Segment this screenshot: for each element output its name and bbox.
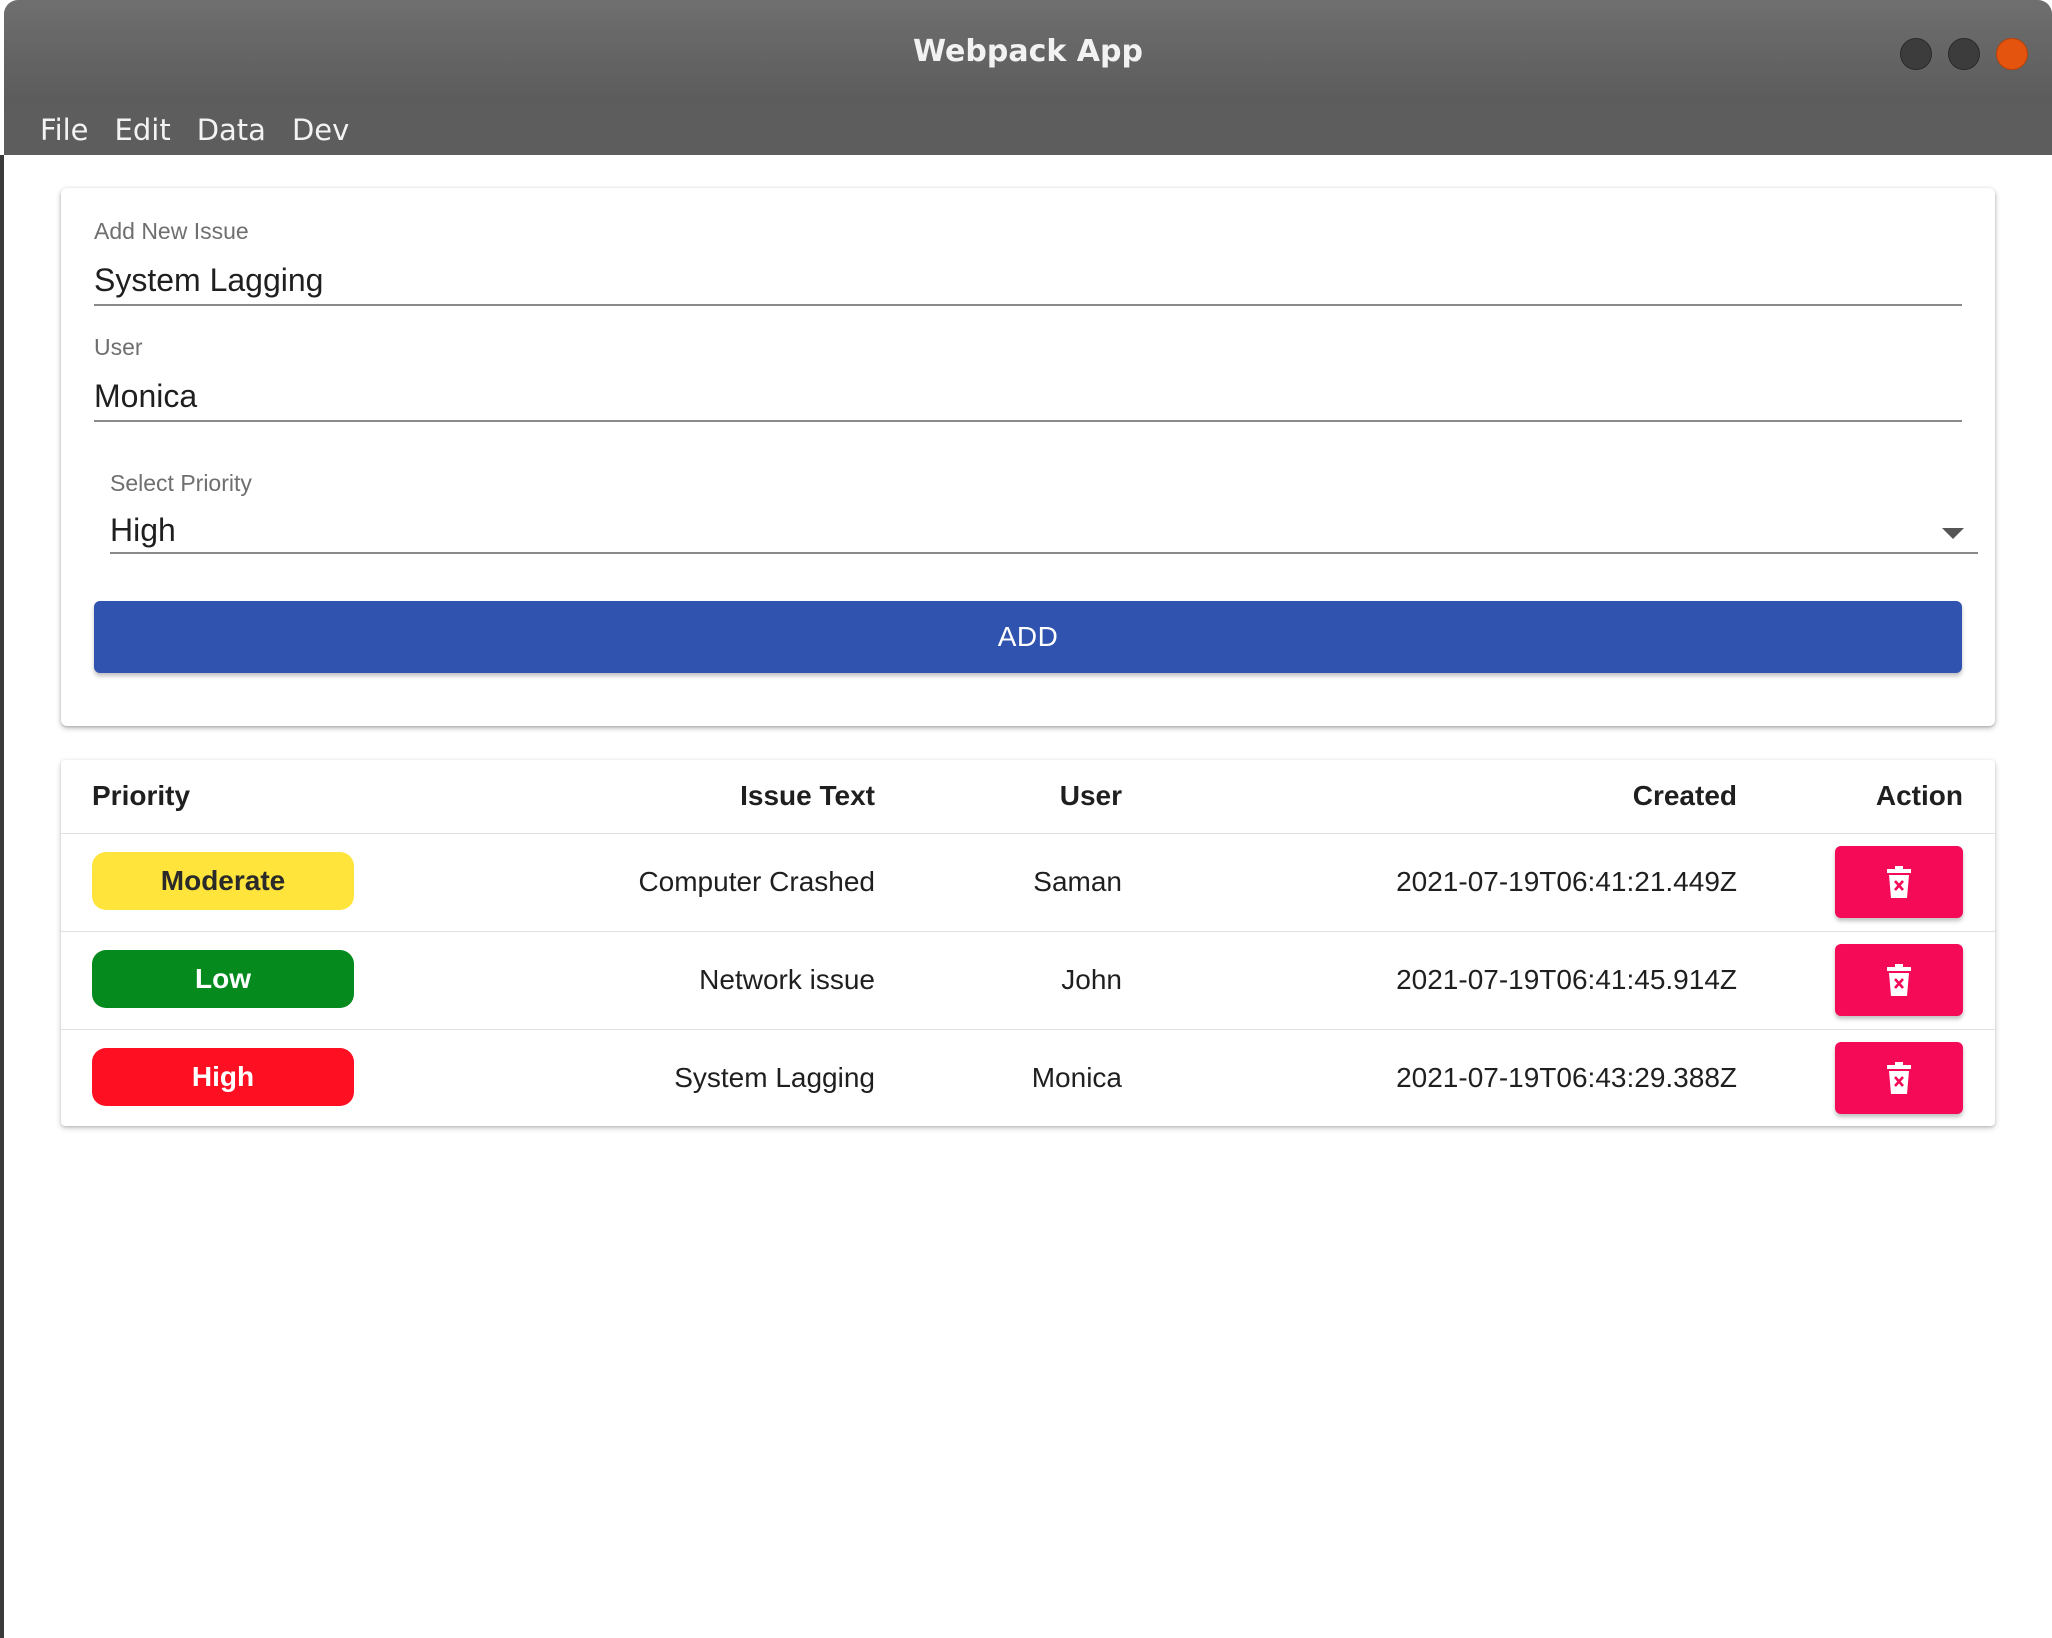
- user-label: User: [94, 334, 143, 360]
- issue-text-cell: Computer Crashed: [638, 866, 875, 897]
- issues-table: Priority Issue Text User Created Action …: [61, 760, 1995, 1126]
- header-user: User: [1059, 780, 1122, 811]
- issue-text-cell: Network issue: [699, 964, 875, 995]
- issue-text-input[interactable]: System Lagging: [94, 262, 323, 299]
- priority-badge: Low: [92, 950, 354, 1008]
- table-row: Low Network issue John 2021-07-19T06:41:…: [61, 932, 1995, 1030]
- chevron-down-icon[interactable]: [1942, 528, 1964, 539]
- header-created: Created: [1632, 780, 1737, 811]
- trash-icon: [1887, 866, 1911, 898]
- user-cell: John: [1061, 964, 1122, 995]
- window-edge: [0, 155, 4, 1638]
- menu-data[interactable]: Data: [197, 113, 266, 147]
- user-input[interactable]: Monica: [94, 378, 197, 415]
- issue-text-field[interactable]: Add New Issue System Lagging: [94, 218, 1962, 306]
- user-cell: Monica: [1031, 1062, 1122, 1093]
- user-cell: Saman: [1033, 866, 1122, 897]
- menu-file[interactable]: File: [40, 113, 89, 147]
- delete-button[interactable]: [1835, 846, 1963, 918]
- table-row: High System Lagging Monica 2021-07-19T06…: [61, 1030, 1995, 1126]
- priority-label: Select Priority: [110, 470, 252, 496]
- header-issue-text: Issue Text: [740, 780, 875, 811]
- priority-value[interactable]: High: [110, 512, 176, 549]
- user-field[interactable]: User Monica: [94, 334, 1962, 422]
- minimize-button[interactable]: [1900, 38, 1932, 70]
- add-button[interactable]: ADD: [94, 601, 1962, 673]
- priority-select[interactable]: Select Priority High: [110, 470, 1978, 554]
- priority-badge: Moderate: [92, 852, 354, 910]
- add-issue-form: Add New Issue System Lagging User Monica…: [61, 188, 1995, 726]
- menu-edit[interactable]: Edit: [115, 113, 171, 147]
- table-row: Moderate Computer Crashed Saman 2021-07-…: [61, 834, 1995, 932]
- issue-text-cell: System Lagging: [674, 1062, 875, 1093]
- header-priority: Priority: [92, 780, 191, 811]
- close-button[interactable]: [1996, 38, 2028, 70]
- created-cell: 2021-07-19T06:43:29.388Z: [1396, 1062, 1737, 1093]
- issue-text-label: Add New Issue: [94, 218, 249, 244]
- created-cell: 2021-07-19T06:41:45.914Z: [1396, 964, 1737, 995]
- menu-dev[interactable]: Dev: [292, 113, 349, 147]
- window-titlebar: Webpack App: [4, 0, 2052, 105]
- priority-badge: High: [92, 1048, 354, 1106]
- menu-bar: File Edit Data Dev: [4, 105, 2052, 155]
- delete-button[interactable]: [1835, 1042, 1963, 1114]
- window-title: Webpack App: [913, 34, 1143, 69]
- delete-button[interactable]: [1835, 944, 1963, 1016]
- trash-icon: [1887, 1062, 1911, 1094]
- header-action: Action: [1875, 780, 1963, 811]
- maximize-button[interactable]: [1948, 38, 1980, 70]
- table-header: Priority Issue Text User Created Action: [61, 760, 1995, 834]
- created-cell: 2021-07-19T06:41:21.449Z: [1396, 866, 1737, 897]
- trash-icon: [1887, 964, 1911, 996]
